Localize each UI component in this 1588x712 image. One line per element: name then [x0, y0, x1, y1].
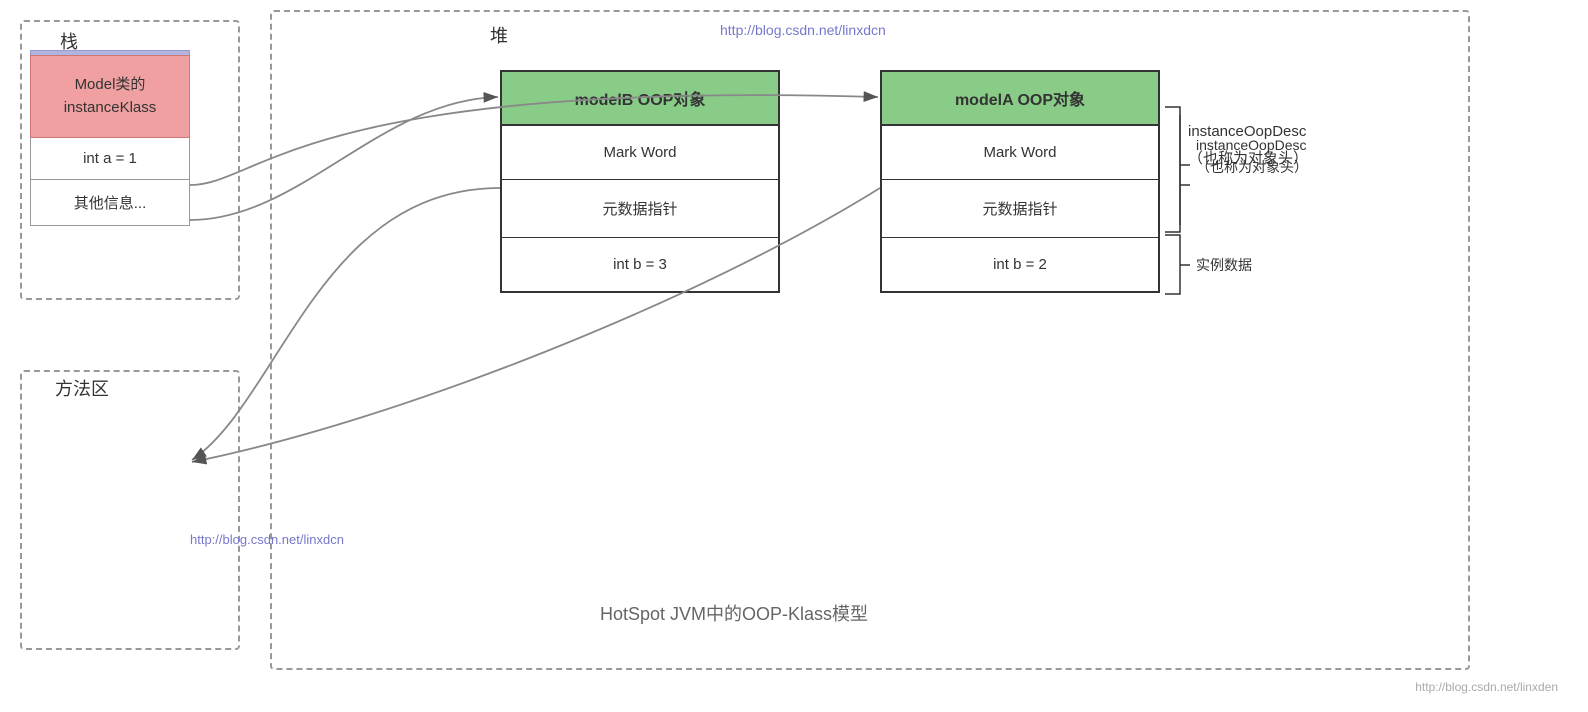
heap-label: 堆: [490, 22, 508, 48]
method-label: 方法区: [55, 375, 109, 401]
modelA-mark-word: Mark Word: [882, 126, 1158, 180]
modelA-meta-ptr: 元数据指针: [882, 180, 1158, 238]
heap-area-border: [270, 10, 1470, 670]
url-bottom: http://blog.csdn.net/linxden: [1415, 680, 1558, 694]
diagram-container: 栈 堆 http://blog.csdn.net/linxdcn int c =…: [0, 0, 1588, 712]
url-top: http://blog.csdn.net/linxdcn: [720, 22, 886, 38]
url-middle: http://blog.csdn.net/linxdcn: [190, 532, 344, 547]
modelB-oop-box: modelB OOP对象 Mark Word 元数据指针 int b = 3: [500, 70, 780, 293]
modelA-oop-box: modelA OOP对象 Mark Word 元数据指针 int b = 2: [880, 70, 1160, 293]
modelB-meta-ptr: 元数据指针: [502, 180, 778, 238]
model-instance-klass: Model类的instanceKlass: [30, 55, 190, 138]
modelB-mark-word: Mark Word: [502, 126, 778, 180]
method-int-a: int a = 1: [30, 138, 190, 180]
modelA-header: modelA OOP对象: [882, 72, 1158, 126]
modelA-int-b: int b = 2: [882, 238, 1158, 291]
hotspot-label: HotSpot JVM中的OOP-Klass模型: [600, 600, 868, 626]
method-area-border: [20, 370, 240, 650]
method-items: Model类的instanceKlass int a = 1 其他信息...: [30, 55, 190, 226]
method-other: 其他信息...: [30, 180, 190, 226]
modelB-header: modelB OOP对象: [502, 72, 778, 126]
instance-oopDesc-text: instanceOopDesc （也称为对象头）: [1188, 118, 1308, 172]
modelB-int-b: int b = 3: [502, 238, 778, 291]
